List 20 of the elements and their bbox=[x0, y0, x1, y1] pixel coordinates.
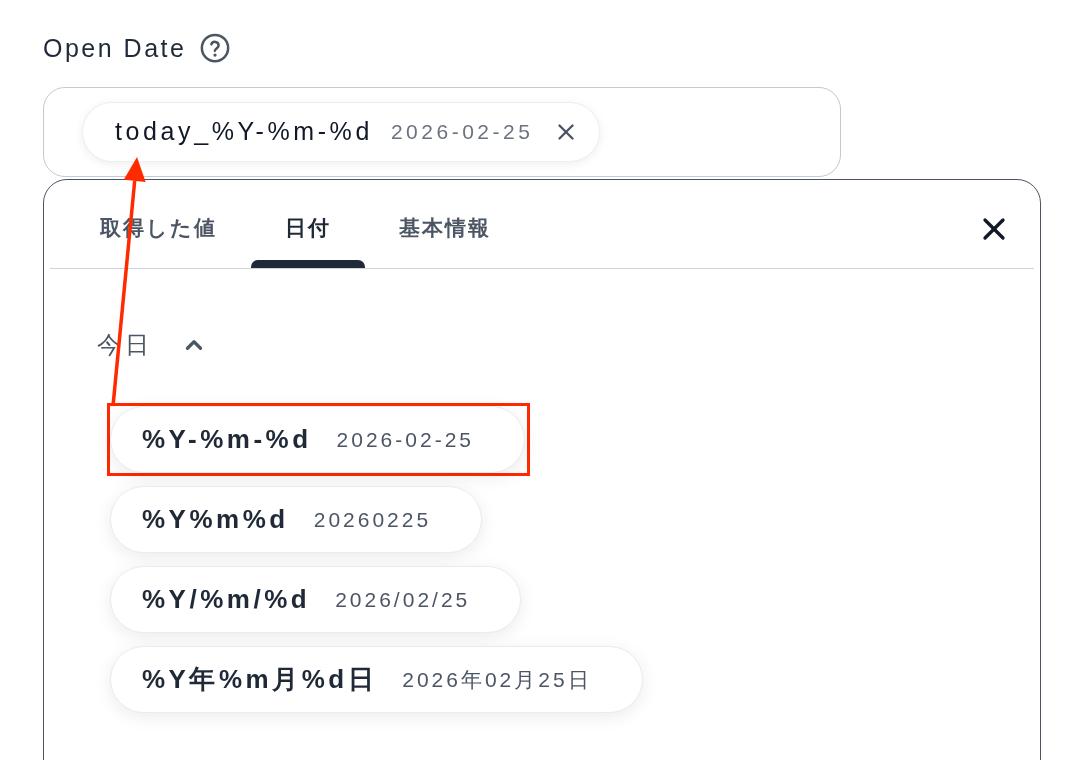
format-option[interactable]: %Y/%m/%d 2026/02/25 bbox=[110, 566, 522, 633]
value-chip[interactable]: today_%Y-%m-%d 2026-02-25 bbox=[82, 102, 601, 162]
format-pattern: %Y%m%d bbox=[142, 503, 289, 536]
format-option[interactable]: %Y%m%d 20260225 bbox=[110, 486, 483, 553]
chip-label: today_%Y-%m-%d bbox=[115, 116, 373, 148]
format-pattern: %Y年%m月%d日 bbox=[142, 663, 378, 696]
input-field[interactable]: today_%Y-%m-%d 2026-02-25 bbox=[43, 87, 841, 177]
format-example: 2026-02-25 bbox=[336, 426, 474, 453]
field-label: Open Date bbox=[43, 33, 187, 64]
format-example: 20260225 bbox=[313, 506, 432, 533]
format-example: 2026年02月25日 bbox=[402, 666, 592, 693]
format-option[interactable]: %Y-%m-%d 2026-02-25 bbox=[110, 406, 525, 473]
chip-value: 2026-02-25 bbox=[390, 119, 534, 146]
format-example: 2026/02/25 bbox=[335, 586, 471, 613]
tab[interactable]: 基本情報 bbox=[365, 190, 525, 260]
format-pattern: %Y/%m/%d bbox=[142, 583, 311, 616]
format-pattern: %Y-%m-%d bbox=[142, 423, 312, 456]
tab[interactable]: 日付 bbox=[251, 190, 365, 260]
help-icon[interactable] bbox=[200, 33, 231, 63]
format-option[interactable]: %Y年%m月%d日 2026年02月25日 bbox=[110, 646, 643, 713]
